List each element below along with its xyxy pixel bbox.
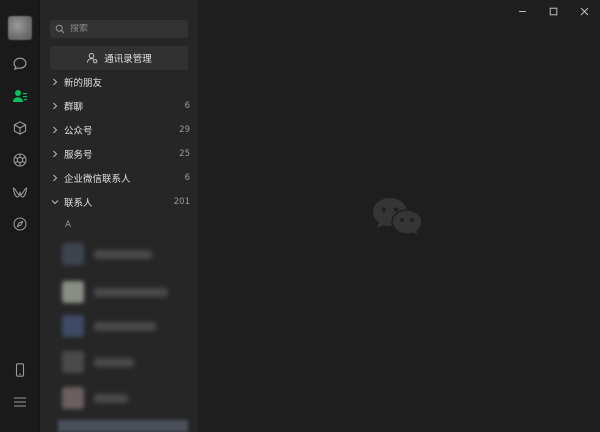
contact-row-partial[interactable] <box>58 420 188 432</box>
main-pane <box>198 0 600 432</box>
user-avatar[interactable] <box>8 16 32 40</box>
contacts-manage-button[interactable]: 通讯录管理 <box>50 46 188 70</box>
nav-rail <box>0 0 40 432</box>
chat-icon[interactable] <box>10 54 30 74</box>
contact-name-blurred <box>94 357 134 367</box>
group-label: 新的朋友 <box>64 78 103 89</box>
chevron-right-icon <box>50 101 60 111</box>
contacts-panel: 通讯录管理 新的朋友 群聊 6 公众号 29 服务号 25 企业微信联系人 6 … <box>40 0 198 432</box>
wechat-logo-icon <box>373 198 423 238</box>
chevron-right-icon <box>50 77 60 87</box>
chevron-right-icon <box>50 173 60 183</box>
search-icon <box>55 24 65 34</box>
group-count: 6 <box>184 101 190 111</box>
group-work-contacts[interactable]: 企业微信联系人 6 <box>50 169 190 187</box>
contact-row[interactable] <box>58 278 198 306</box>
search-input[interactable] <box>70 24 180 34</box>
close-icon[interactable] <box>576 4 592 18</box>
group-count: 201 <box>173 197 190 207</box>
chevron-down-icon <box>50 197 60 207</box>
group-count: 25 <box>179 149 190 159</box>
chevron-right-icon <box>50 149 60 159</box>
moments-icon[interactable] <box>10 150 30 170</box>
group-count: 6 <box>184 173 190 183</box>
menu-icon[interactable] <box>10 392 30 412</box>
contact-name-blurred <box>94 249 152 259</box>
contact-row[interactable] <box>58 348 198 376</box>
group-label: 联系人 <box>64 198 93 209</box>
contact-avatar <box>62 351 84 373</box>
minimize-icon[interactable] <box>514 4 530 18</box>
chevron-right-icon <box>50 125 60 135</box>
maximize-icon[interactable] <box>545 4 561 18</box>
contact-row[interactable] <box>58 384 198 412</box>
group-label: 公众号 <box>64 126 93 137</box>
contacts-icon[interactable] <box>10 86 30 106</box>
person-manage-icon <box>87 53 98 64</box>
search-box[interactable] <box>50 20 188 38</box>
group-contacts[interactable]: 联系人 201 <box>50 193 190 211</box>
contact-name-blurred <box>94 321 156 331</box>
group-label: 企业微信联系人 <box>64 174 131 185</box>
group-label: 群聊 <box>64 102 84 113</box>
phone-icon[interactable] <box>10 360 30 380</box>
contact-avatar <box>62 387 84 409</box>
channels-icon[interactable] <box>10 182 30 202</box>
contact-name-blurred <box>94 393 128 403</box>
group-label: 服务号 <box>64 150 93 161</box>
group-service-accounts[interactable]: 服务号 25 <box>50 145 190 163</box>
index-letter: A <box>65 220 71 230</box>
discover-icon[interactable] <box>10 214 30 234</box>
cube-icon[interactable] <box>10 118 30 138</box>
group-new-friends[interactable]: 新的朋友 <box>50 73 190 91</box>
group-official-accounts[interactable]: 公众号 29 <box>50 121 190 139</box>
contact-avatar <box>62 315 84 337</box>
contact-row[interactable] <box>58 312 198 340</box>
contact-name-blurred <box>94 287 168 297</box>
contact-avatar <box>62 281 84 303</box>
group-group-chats[interactable]: 群聊 6 <box>50 97 190 115</box>
contact-row[interactable] <box>58 240 198 268</box>
contact-avatar <box>62 243 84 265</box>
group-count: 29 <box>179 125 190 135</box>
contacts-manage-label: 通讯录管理 <box>104 54 152 65</box>
